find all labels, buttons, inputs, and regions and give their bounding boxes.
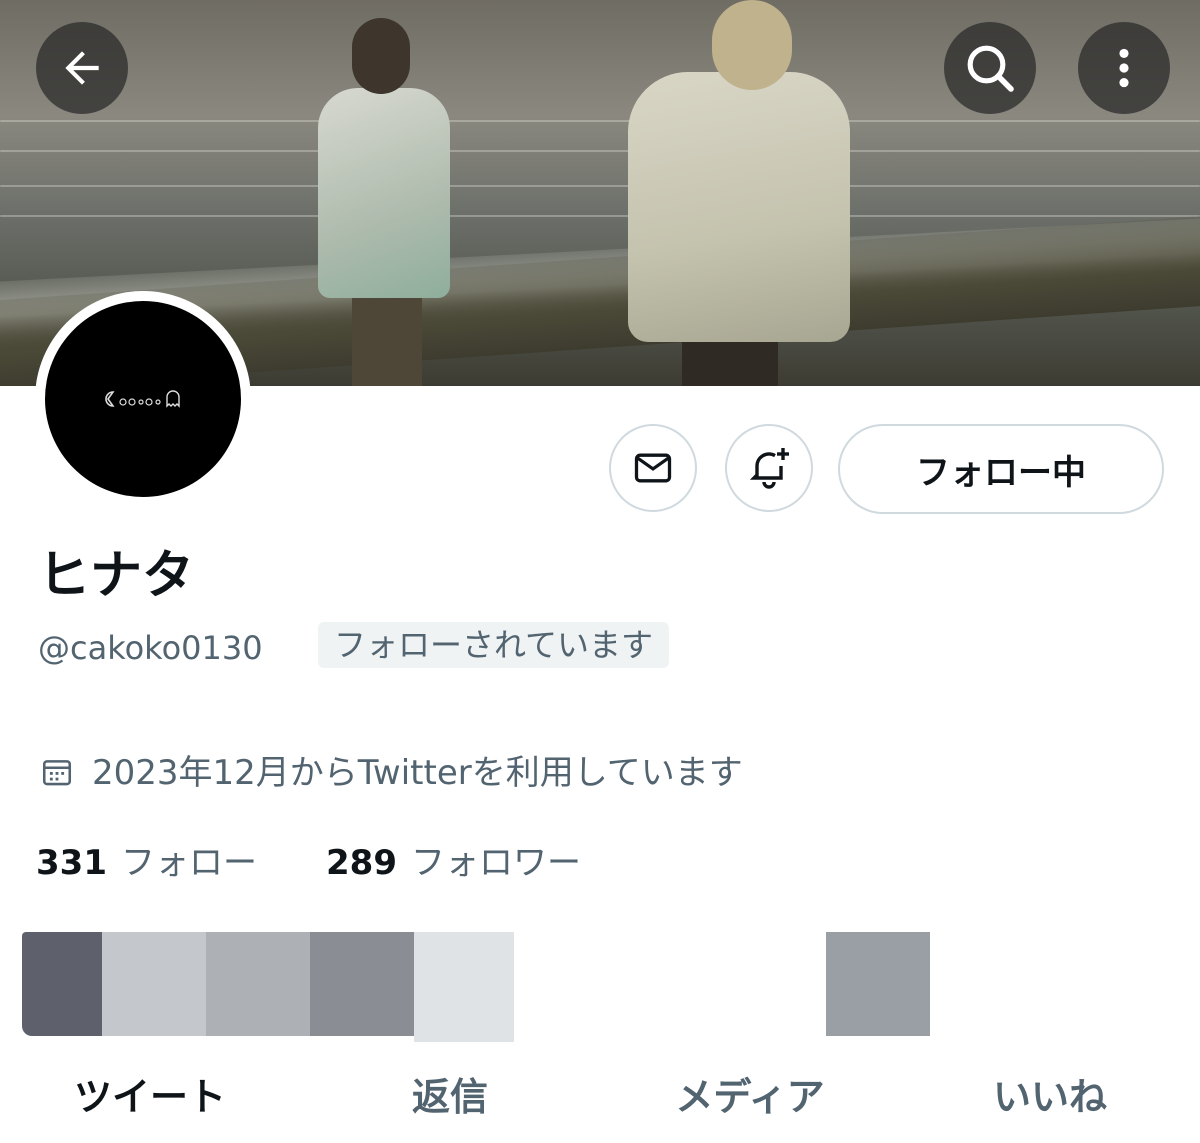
arrow-left-icon xyxy=(65,51,99,85)
bell-plus-icon xyxy=(749,448,789,489)
notify-button[interactable] xyxy=(725,424,813,512)
tab-tweets[interactable]: ツイート xyxy=(40,1062,260,1132)
censor-block xyxy=(826,932,930,1036)
tab-media[interactable]: メディア xyxy=(660,1062,840,1132)
banner-person-right xyxy=(682,336,778,386)
tab-replies[interactable]: 返信 xyxy=(380,1062,520,1132)
censor-block xyxy=(206,932,310,1036)
search-button[interactable] xyxy=(944,22,1036,114)
followers-link[interactable]: 289 フォロワー xyxy=(326,840,581,886)
following-count: 331 xyxy=(36,843,107,883)
back-button[interactable] xyxy=(36,22,128,114)
more-vertical-icon xyxy=(1119,48,1129,88)
followers-count: 289 xyxy=(326,843,397,883)
followers-label: フォロワー xyxy=(410,843,581,883)
censor-block xyxy=(414,932,514,1042)
profile-handle: @cakoko0130 xyxy=(38,629,263,667)
calendar-icon xyxy=(42,760,72,786)
avatar[interactable] xyxy=(45,301,241,497)
censor-block xyxy=(310,932,414,1036)
search-icon xyxy=(967,45,1014,92)
message-button[interactable] xyxy=(609,424,697,512)
banner-person-left xyxy=(352,290,422,386)
censor-block xyxy=(22,932,102,1036)
profile-tabs: ツイート 返信 メディア いいね xyxy=(0,1062,1200,1132)
tab-likes[interactable]: いいね xyxy=(980,1062,1120,1132)
follows-you-badge: フォローされています xyxy=(318,622,670,668)
profile-name: ヒナタ xyxy=(38,546,195,606)
following-link[interactable]: 331 フォロー xyxy=(36,840,257,886)
following-button[interactable]: フォロー中 xyxy=(838,424,1164,514)
joined-date: 2023年12月からTwitterを利用しています xyxy=(92,753,743,793)
cookie-ghost-logo-icon xyxy=(105,390,180,408)
more-button[interactable] xyxy=(1078,22,1170,114)
censor-block xyxy=(102,932,206,1036)
following-label: フォロー xyxy=(120,843,257,883)
mail-icon xyxy=(634,453,672,483)
